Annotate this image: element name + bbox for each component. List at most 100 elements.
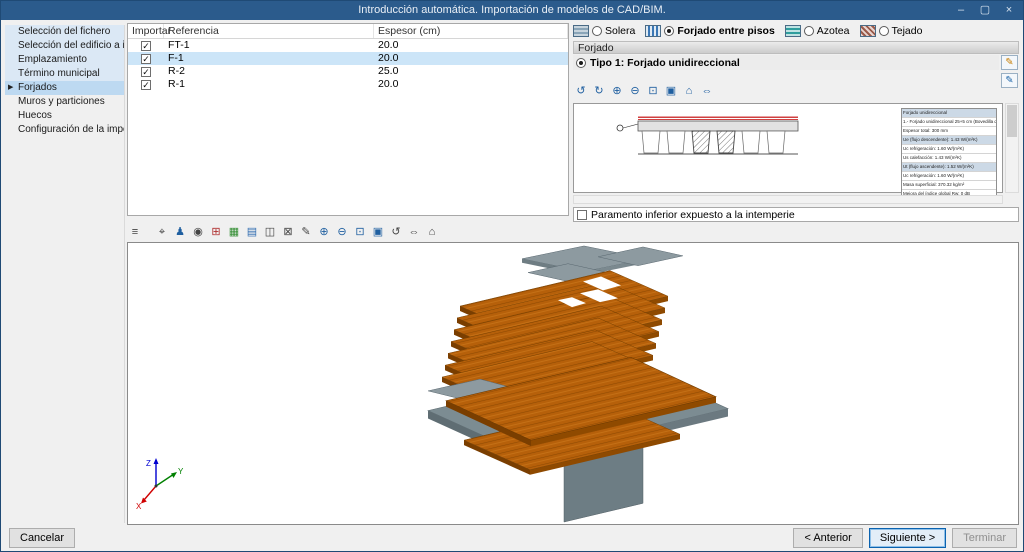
zoom-window-icon[interactable]: ⊡	[645, 83, 661, 99]
close-button[interactable]: ×	[997, 2, 1021, 19]
referencia-cell: F-1	[164, 52, 374, 65]
paramento-checkbox[interactable]: ✓	[577, 210, 587, 220]
slab-table: Importar Referencia Espesor (cm) ✓ FT-1 …	[127, 23, 569, 216]
slab-type-options: Solera Forjado entre pisos Azotea Tejado	[573, 23, 1019, 39]
slab-legend-table: Forjado unidireccional 1.- Forjado unidi…	[901, 108, 997, 200]
slab-properties-panel: Solera Forjado entre pisos Azotea Tejado	[573, 23, 1019, 221]
column-header-importar: Importar	[128, 24, 164, 38]
referencia-cell: FT-1	[164, 39, 374, 52]
sidebar-item-configuracion[interactable]: Configuración de la importación	[5, 123, 124, 137]
slab-type-label: Tipo 1: Forjado unidireccional	[590, 57, 740, 69]
select-icon[interactable]: ⌖	[154, 224, 170, 240]
espesor-cell: 20.0	[374, 78, 568, 91]
radio-azotea[interactable]	[804, 26, 814, 36]
import-checkbox[interactable]: ✓	[141, 80, 151, 90]
sidebar-item-emplazamiento[interactable]: Emplazamiento	[5, 53, 124, 67]
table-icon[interactable]: ▤	[244, 224, 260, 240]
table-row[interactable]: ✓ FT-1 20.0	[128, 39, 568, 52]
footer-bar: Cancelar < Anterior Siguiente > Terminar	[1, 525, 1023, 551]
current-step-arrow-icon: ▶	[8, 81, 13, 95]
finish-button[interactable]: Terminar	[952, 528, 1017, 548]
forjado-entre-pisos-icon	[645, 25, 661, 37]
zoom-in-icon[interactable]: ⊕	[316, 224, 332, 240]
sidebar-item-forjados[interactable]: ▶ Forjados	[5, 81, 124, 95]
sidebar-item-termino-municipal[interactable]: Término municipal	[5, 67, 124, 81]
cancel-button[interactable]: Cancelar	[9, 528, 75, 548]
minimize-button[interactable]: –	[949, 2, 973, 19]
pan-icon[interactable]: ⇔	[406, 224, 422, 240]
delete-icon[interactable]: ⊠	[280, 224, 296, 240]
radio-tejado[interactable]	[879, 26, 889, 36]
orbit-icon[interactable]: ↺	[388, 224, 404, 240]
espesor-cell: 20.0	[374, 52, 568, 65]
zoom-out-icon[interactable]: ⊖	[627, 83, 643, 99]
exposed-bottom-option[interactable]: ✓ Paramento inferior expuesto a la intem…	[573, 207, 1019, 222]
tejado-icon	[860, 25, 876, 37]
edit-icon[interactable]: ✎	[298, 224, 314, 240]
grid-red-icon[interactable]: ⊞	[208, 224, 224, 240]
home-view-icon[interactable]: ⌂	[424, 224, 440, 240]
table-header: Importar Referencia Espesor (cm)	[128, 24, 568, 39]
title-bar: Introducción automática. Importación de …	[1, 1, 1023, 20]
radio-solera[interactable]	[592, 26, 602, 36]
model-3d-viewport[interactable]: Z Y X	[127, 242, 1019, 525]
window-title: Introducción automática. Importación de …	[358, 4, 666, 16]
slab-type-row[interactable]: Tipo 1: Forjado unidireccional	[573, 55, 999, 70]
viewport-toolbar: ≡ ⌖ ♟ ◉ ⊞ ▦ ▤ ◫ ⊠ ✎ ⊕ ⊖ ⊡ ▣ ↺ ⇔ ⌂	[127, 223, 440, 240]
next-button[interactable]: Siguiente >	[869, 528, 946, 548]
column-header-espesor: Espesor (cm)	[374, 24, 568, 38]
svg-text:Y: Y	[178, 467, 184, 476]
radio-forjado-entre-pisos[interactable]	[664, 26, 674, 36]
drawing-toolbar: ↺ ↻ ⊕ ⊖ ⊡ ▣ ⌂ ⇔	[573, 83, 715, 100]
table-row[interactable]: ✓ R-2 25.0	[128, 65, 568, 78]
import-checkbox[interactable]: ✓	[141, 67, 151, 77]
preview-horizontal-scrollbar[interactable]	[573, 195, 1003, 204]
paramento-checkbox-label[interactable]: Paramento inferior expuesto a la intempe…	[591, 209, 795, 221]
option-solera[interactable]: Solera	[573, 25, 635, 37]
espesor-cell: 25.0	[374, 65, 568, 78]
orbit-left-icon[interactable]: ↺	[573, 83, 589, 99]
dialog-window: Introducción automática. Importación de …	[0, 0, 1024, 552]
grid-green-icon[interactable]: ▦	[226, 224, 242, 240]
table-row-selected[interactable]: ✓ F-1 20.0	[128, 52, 568, 65]
orbit-right-icon[interactable]: ↻	[591, 83, 607, 99]
zoom-window-icon[interactable]: ⊡	[352, 224, 368, 240]
radio-tipo-1[interactable]	[576, 58, 586, 68]
building-model-3d	[128, 243, 1018, 524]
previous-button[interactable]: < Anterior	[793, 528, 862, 548]
pan-icon[interactable]: ⇔	[699, 83, 715, 99]
sidebar-item-huecos[interactable]: Huecos	[5, 109, 124, 123]
person-icon[interactable]: ♟	[172, 224, 188, 240]
panel-icon[interactable]: ◫	[262, 224, 278, 240]
zoom-extents-icon[interactable]: ▣	[370, 224, 386, 240]
solera-icon	[573, 25, 589, 37]
svg-text:Z: Z	[146, 459, 151, 468]
referencia-cell: R-2	[164, 65, 374, 78]
layers-icon[interactable]: ≡	[127, 224, 143, 240]
column-header-referencia: Referencia	[164, 24, 374, 38]
edit-description-button[interactable]: ✎	[1001, 73, 1018, 88]
preview-vertical-scrollbar[interactable]	[1005, 103, 1019, 193]
slab-section-preview: Forjado unidireccional 1.- Forjado unidi…	[573, 103, 1003, 193]
maximize-button[interactable]: ▢	[973, 2, 997, 19]
zoom-out-icon[interactable]: ⊖	[334, 224, 350, 240]
option-azotea[interactable]: Azotea	[785, 25, 850, 37]
azotea-icon	[785, 25, 801, 37]
wizard-steps-sidebar: Selección del fichero Selección del edif…	[5, 25, 125, 523]
svg-text:X: X	[136, 502, 142, 510]
edit-type-button[interactable]: ✎	[1001, 55, 1018, 70]
sidebar-item-seleccion-fichero[interactable]: Selección del fichero	[5, 25, 124, 39]
espesor-cell: 20.0	[374, 39, 568, 52]
home-view-icon[interactable]: ⌂	[681, 83, 697, 99]
import-checkbox[interactable]: ✓	[141, 54, 151, 64]
sidebar-item-muros-particiones[interactable]: Muros y particiones	[5, 95, 124, 109]
zoom-extents-icon[interactable]: ▣	[663, 83, 679, 99]
table-row[interactable]: ✓ R-1 20.0	[128, 78, 568, 91]
import-checkbox[interactable]: ✓	[141, 41, 151, 51]
sidebar-item-seleccion-edificio[interactable]: Selección del edificio a importar	[5, 39, 124, 53]
axis-triad: Z Y X	[134, 454, 186, 510]
eye-icon[interactable]: ◉	[190, 224, 206, 240]
option-forjado-entre-pisos[interactable]: Forjado entre pisos	[645, 25, 774, 37]
option-tejado[interactable]: Tejado	[860, 25, 923, 37]
zoom-in-icon[interactable]: ⊕	[609, 83, 625, 99]
